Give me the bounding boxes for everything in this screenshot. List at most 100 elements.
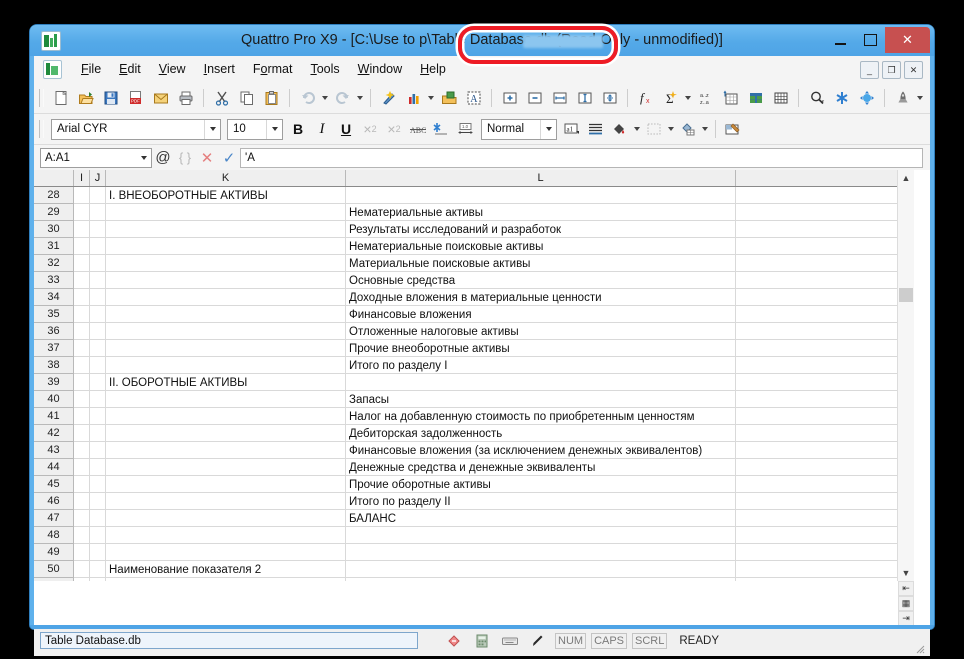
grid-cell[interactable] <box>106 272 346 289</box>
grid-cell[interactable]: Налог на добавленную стоимость по приобр… <box>346 408 736 425</box>
grid-cell[interactable]: Запасы <box>346 391 736 408</box>
table-row[interactable]: 36Отложенные налоговые активы <box>34 323 914 340</box>
row-header[interactable]: 31 <box>34 238 74 255</box>
grid-cell[interactable] <box>106 578 346 581</box>
grid-cell[interactable] <box>736 578 913 581</box>
undo-icon[interactable] <box>295 86 320 110</box>
grid-cell[interactable] <box>346 544 736 561</box>
row-header[interactable]: 35 <box>34 306 74 323</box>
grid-cell[interactable]: I. ВНЕОБОРОТНЫЕ АКТИВЫ <box>106 187 346 204</box>
grid-cell[interactable] <box>106 340 346 357</box>
grid-cell[interactable] <box>90 510 106 527</box>
grid-cell[interactable] <box>346 527 736 544</box>
grid-cell[interactable] <box>90 527 106 544</box>
grid-cell[interactable] <box>90 221 106 238</box>
braces-icon[interactable]: { } <box>174 147 196 169</box>
table-row[interactable]: 50 Наименование показателя 2 <box>34 561 914 578</box>
grid-cell[interactable] <box>736 187 913 204</box>
menu-window[interactable]: Window <box>349 56 411 83</box>
subscript-button[interactable]: ×2 <box>382 118 406 140</box>
vscroll-thumb[interactable] <box>899 288 913 302</box>
grid-cell[interactable] <box>736 357 913 374</box>
table-row[interactable]: 29Нематериальные активы <box>34 204 914 221</box>
grid-cell[interactable]: Итого по разделу I <box>346 357 736 374</box>
mdi-minimize-button[interactable]: _ <box>860 61 879 79</box>
table-row[interactable]: 49 <box>34 544 914 561</box>
row-header[interactable]: 34 <box>34 289 74 306</box>
grid-cell[interactable] <box>736 340 913 357</box>
grid-cell[interactable] <box>106 306 346 323</box>
grid-cell[interactable] <box>106 357 346 374</box>
grid-cell[interactable] <box>74 476 90 493</box>
open-folder-icon[interactable] <box>73 86 98 110</box>
redo-icon[interactable] <box>330 86 355 110</box>
table-row[interactable]: 45Прочие оборотные активы <box>34 476 914 493</box>
toolbar-grip[interactable] <box>39 89 44 107</box>
grid-cell[interactable] <box>74 544 90 561</box>
grid-cell[interactable] <box>736 408 913 425</box>
quicksum-dropdown-icon[interactable] <box>683 86 693 110</box>
grid-cell[interactable] <box>736 289 913 306</box>
row-header[interactable]: 40 <box>34 391 74 408</box>
table-row[interactable]: 33Основные средства <box>34 272 914 289</box>
grid-cell[interactable] <box>736 544 913 561</box>
text-box-icon[interactable]: A <box>461 86 486 110</box>
grid-cell[interactable] <box>106 204 346 221</box>
grid-cell[interactable] <box>106 442 346 459</box>
grid-cell[interactable] <box>106 459 346 476</box>
grid-cell[interactable] <box>90 578 106 581</box>
row-header[interactable]: 49 <box>34 544 74 561</box>
row-header[interactable]: 29 <box>34 204 74 221</box>
grid-cell[interactable] <box>74 561 90 578</box>
grid-cell[interactable] <box>736 442 913 459</box>
delete-row-icon[interactable] <box>522 86 547 110</box>
table-row[interactable]: 35 Финансовые вложения <box>34 306 914 323</box>
row-header[interactable]: 32 <box>34 255 74 272</box>
print-icon[interactable] <box>173 86 198 110</box>
table-row[interactable]: 41Налог на добавленную стоимость по прио… <box>34 408 914 425</box>
delete-column-icon[interactable] <box>572 86 597 110</box>
grid-cell[interactable] <box>90 238 106 255</box>
shading-dropdown-icon[interactable] <box>700 117 710 141</box>
keyboard-icon[interactable] <box>498 631 522 651</box>
grid-cell[interactable] <box>74 425 90 442</box>
formula-icon[interactable]: fx <box>633 86 658 110</box>
scroll-up-icon[interactable]: ▲ <box>898 170 914 186</box>
maximize-button[interactable] <box>855 27 885 53</box>
table-row[interactable]: 31Нематериальные поисковые активы <box>34 238 914 255</box>
table-format-icon[interactable] <box>743 86 768 110</box>
formula-input[interactable]: 'A <box>240 148 923 168</box>
grid-cell[interactable]: Итого по разделу II <box>346 493 736 510</box>
grid-icon[interactable] <box>768 86 793 110</box>
grid-cell[interactable] <box>90 544 106 561</box>
redo-dropdown-icon[interactable] <box>355 86 365 110</box>
table-row[interactable]: 44Денежные средства и денежные эквивален… <box>34 459 914 476</box>
font-size-combo[interactable]: 10 <box>227 119 283 140</box>
map-icon[interactable] <box>436 86 461 110</box>
grid-cell[interactable]: Финансовые вложения <box>346 306 736 323</box>
grid-cell[interactable] <box>74 459 90 476</box>
grid-cell[interactable] <box>74 255 90 272</box>
chevron-down-icon[interactable] <box>137 156 151 160</box>
grid-cell[interactable] <box>106 510 346 527</box>
grid-cell[interactable]: Денежные средства и денежные эквиваленты <box>346 459 736 476</box>
row-header[interactable]: 50 <box>34 561 74 578</box>
save-icon[interactable] <box>98 86 123 110</box>
grid-cell[interactable] <box>736 527 913 544</box>
paste-icon[interactable] <box>259 86 284 110</box>
grid-cell[interactable] <box>74 357 90 374</box>
vertical-scrollbar[interactable]: ▲ ▼ <box>897 170 914 581</box>
grid-cell[interactable] <box>90 272 106 289</box>
menu-insert[interactable]: Insert <box>195 56 244 83</box>
cell-reference-combo[interactable]: A:A1 <box>40 148 152 168</box>
accept-icon[interactable]: ✓ <box>218 147 240 169</box>
split-bottom-button[interactable]: ⇥ <box>898 611 914 626</box>
chevron-down-icon[interactable] <box>266 120 282 139</box>
navigate-icon[interactable] <box>854 86 879 110</box>
grid-cell[interactable] <box>74 238 90 255</box>
grid-cell[interactable] <box>106 544 346 561</box>
grid-cell[interactable]: Наименование показателя 2 <box>106 561 346 578</box>
grid-cell[interactable] <box>74 204 90 221</box>
grid-cell[interactable] <box>90 493 106 510</box>
bold-button[interactable]: B <box>286 118 310 140</box>
